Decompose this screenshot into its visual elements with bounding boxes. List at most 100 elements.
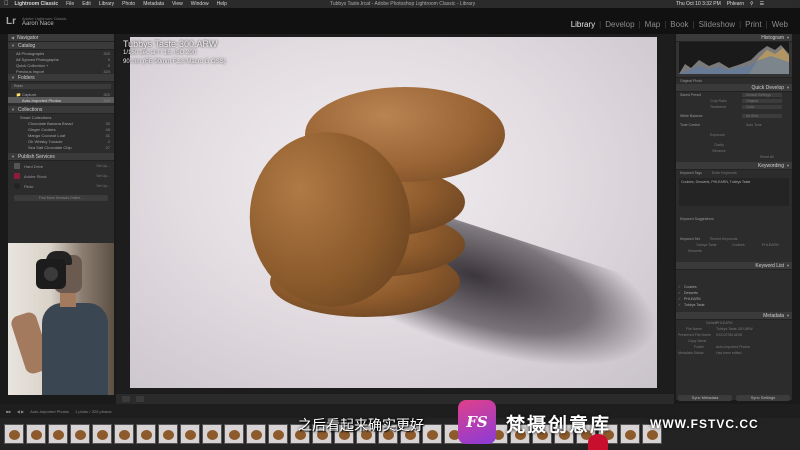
menu-help[interactable]: Help <box>217 1 227 7</box>
expand-triangle-icon: ▼ <box>786 85 790 90</box>
quick-develop-header[interactable]: Quick Develop ▼ <box>676 84 792 92</box>
photo-info-overlay: Tubbys Taste-300.ARW 1/160 sec at f / 16… <box>123 40 226 67</box>
filmstrip-thumbnail[interactable] <box>4 424 24 444</box>
presenter-webcam <box>8 243 114 395</box>
expand-triangle-icon: ▼ <box>11 154 15 159</box>
filmstrip-thumbnail[interactable] <box>26 424 46 444</box>
keyword-list-header[interactable]: Keyword List ▼ <box>676 262 792 270</box>
filmstrip-thumbnail[interactable] <box>268 424 288 444</box>
right-panel: Histogram ▼ Original Photo Quick Develop ▼… <box>676 34 792 400</box>
photo-filename: Tubbys Taste-300.ARW <box>123 39 218 49</box>
filmstrip-thumbnail[interactable] <box>224 424 244 444</box>
exposure-row[interactable]: Exposure <box>676 132 792 138</box>
module-print[interactable]: Print <box>741 20 765 29</box>
expand-triangle-icon: ▼ <box>11 43 15 48</box>
macos-menubar:  Lightroom Classic File Edit Library Ph… <box>0 0 800 366</box>
lightroom-logo: Lr <box>6 16 16 27</box>
module-picker: Library | Develop | Map | Book | Slideshow | … <box>567 20 792 29</box>
filmstrip-thumbnail[interactable] <box>114 424 134 444</box>
folders-header[interactable]: ▼ Folders <box>8 74 114 82</box>
hard-drive-icon <box>14 163 20 169</box>
tone-control-row[interactable]: Tone Control Auto Tone <box>676 122 792 128</box>
module-slideshow[interactable]: Slideshow <box>695 20 739 29</box>
filmstrip-thumbnail[interactable] <box>48 424 68 444</box>
checkmark-icon: ✓ <box>678 297 681 301</box>
menu-app[interactable]: Lightroom Classic <box>15 1 59 7</box>
metadata-field[interactable]: Metadata Status Has been edited <box>676 350 792 356</box>
filmstrip-thumbnail[interactable] <box>620 424 640 444</box>
sync-settings-button[interactable]: Sync Settings <box>736 395 790 401</box>
flickr-icon <box>14 183 20 189</box>
filmstrip-thumbnail[interactable] <box>202 424 222 444</box>
menu-edit[interactable]: Edit <box>82 1 91 7</box>
publish-services-header[interactable]: ▼ Publish Services <box>8 153 114 161</box>
grid-view-icon[interactable] <box>122 396 130 402</box>
filmstrip-source[interactable]: Auto-Imported Photos <box>30 409 69 414</box>
expand-triangle-icon: ▼ <box>786 163 790 168</box>
publish-adobe-stock[interactable]: Adobe Stock Set Up... <box>8 171 114 181</box>
collections-header[interactable]: ▼ Collections <box>8 106 114 114</box>
navigator-header[interactable]: ◀ Navigator <box>8 34 114 42</box>
filmstrip-thumbnail[interactable] <box>158 424 178 444</box>
collection-item[interactable]: Sea Salt Chocolate Chip 27 <box>8 144 114 150</box>
keyword-set-items-2[interactable]: Desserts <box>676 248 792 254</box>
filmstrip-monitor-icon[interactable]: ■■ <box>6 409 11 414</box>
histogram-header[interactable]: Histogram ▼ <box>676 34 792 42</box>
module-library[interactable]: Library <box>567 20 599 29</box>
cookie-photo[interactable] <box>130 37 657 388</box>
apple-icon[interactable]:  <box>4 1 9 7</box>
expand-triangle-icon: ▼ <box>786 313 790 318</box>
catalog-item[interactable]: Previous Import 320 <box>8 68 114 74</box>
filmstrip-thumbnail[interactable] <box>70 424 90 444</box>
publish-flickr[interactable]: Flickr Set Up... <box>8 181 114 191</box>
keyword-suggestions-row[interactable]: Keyword Suggestions <box>676 216 792 222</box>
filmstrip-thumbnail[interactable] <box>180 424 200 444</box>
sync-buttons: Sync Metadata Sync Settings <box>676 393 792 403</box>
keyword-tags-row[interactable]: Keyword Tags Enter Keywords <box>676 170 792 176</box>
checkmark-icon: ✓ <box>678 291 681 295</box>
catalog-header[interactable]: ▼ Catalog <box>8 42 114 50</box>
keyword-tags-input[interactable]: Cookies, Desserts, PHLEARN, Tubbys Taste <box>679 178 789 206</box>
volume-bar[interactable]: Roiav <box>11 84 111 89</box>
menu-metadata[interactable]: Metadata <box>143 1 164 7</box>
record-indicator-icon <box>588 434 608 450</box>
folder-item-selected[interactable]: Auto-Imported Photos 320 <box>8 97 114 103</box>
publish-hard-drive[interactable]: Hard Drive Set Up... <box>8 161 114 171</box>
filmstrip-thumbnail[interactable] <box>246 424 266 444</box>
module-web[interactable]: Web <box>768 20 792 29</box>
module-map[interactable]: Map <box>641 20 665 29</box>
menu-photo[interactable]: Photo <box>122 1 135 7</box>
histogram-graph <box>679 42 789 74</box>
keywording-header[interactable]: Keywording ▼ <box>676 162 792 170</box>
collapse-triangle-icon: ▼ <box>786 35 790 40</box>
menu-file[interactable]: File <box>66 1 74 7</box>
user-name: Aaron Nace <box>22 21 54 27</box>
reset-all-button[interactable]: Reset All <box>676 154 792 160</box>
white-balance-row[interactable]: White Balance As Shot <box>676 113 792 119</box>
menu-view[interactable]: View <box>172 1 183 7</box>
filmstrip-info: 1 photo / 320 photos <box>75 408 112 414</box>
loupe-toolbar <box>116 394 674 404</box>
module-book[interactable]: Book <box>666 20 692 29</box>
loupe-view-icon[interactable] <box>136 396 144 402</box>
metadata-header[interactable]: Metadata ▼ <box>676 312 792 320</box>
menu-library[interactable]: Library <box>99 1 114 7</box>
photo-exposure: 1/160 sec at f / 16, ISO 200 <box>123 50 197 56</box>
filmstrip-thumbnail[interactable] <box>422 424 442 444</box>
photo-lens: 90 mm (FE 90mm F2.8 Macro G OSS) <box>123 59 226 65</box>
filmstrip-thumbnail[interactable] <box>136 424 156 444</box>
watermark-text: 梵摄创意库 <box>506 414 612 436</box>
menu-window[interactable]: Window <box>191 1 209 7</box>
module-develop[interactable]: Develop <box>601 20 638 29</box>
watermark-logo: FS <box>458 400 496 444</box>
identity-plate: Lr Adobe Lightroom Classic Aaron Nace Li… <box>0 8 800 34</box>
filmstrip-nav[interactable]: ◀ ▶ <box>17 409 24 414</box>
video-subtitle: 之后看起来确实更好 <box>298 418 424 434</box>
filmstrip-thumbnail[interactable] <box>92 424 112 444</box>
adobe-stock-icon <box>14 173 20 179</box>
sync-metadata-button[interactable]: Sync Metadata <box>678 395 732 401</box>
find-more-services-button[interactable]: Find More Services Online... <box>14 195 108 201</box>
treatment-row[interactable]: Treatment Color <box>676 104 792 110</box>
expand-triangle-icon: ▼ <box>786 263 790 268</box>
keyword-list-item[interactable]: ✓ Tubbys Taste <box>676 302 792 308</box>
